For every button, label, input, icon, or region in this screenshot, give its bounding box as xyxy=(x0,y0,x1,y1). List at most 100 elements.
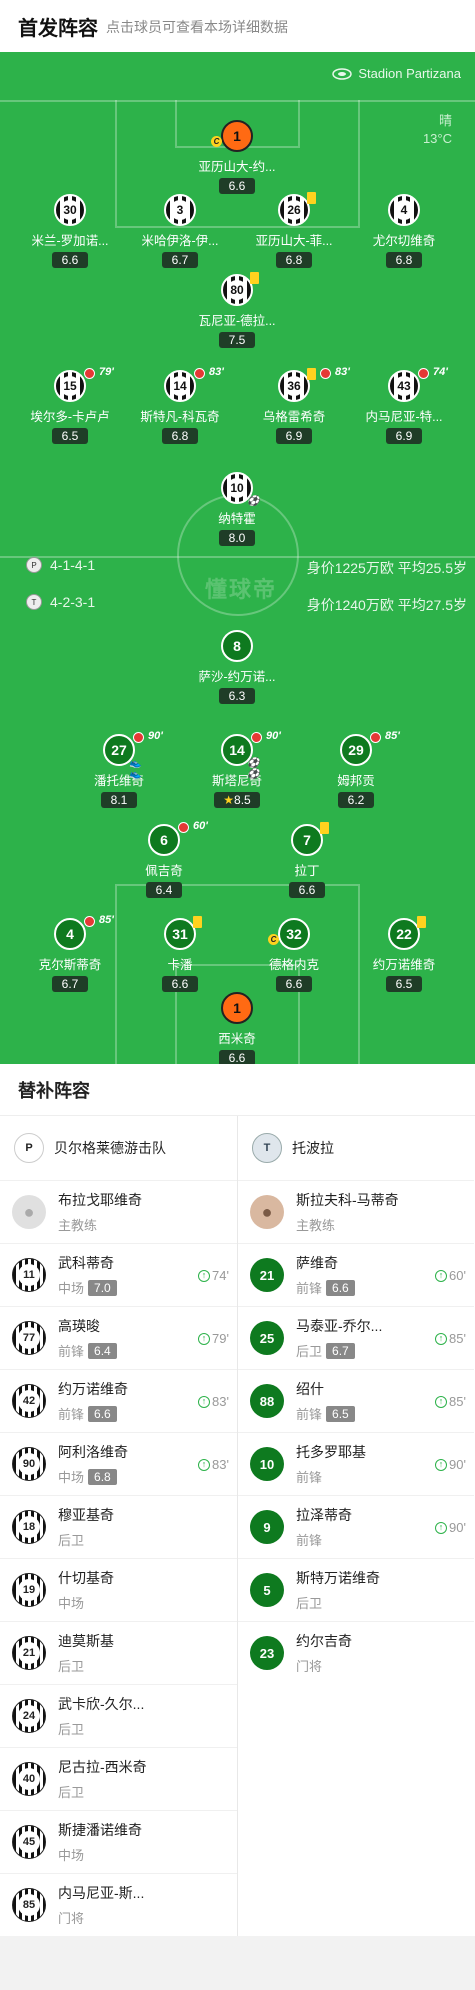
player-name: 约万诺维奇 xyxy=(372,958,436,972)
home-player[interactable]: 43 74' 内马尼亚-特... 6.9 xyxy=(349,366,459,445)
bench-player[interactable]: 19 什切基奇 中场 xyxy=(0,1558,237,1621)
home-formation: P 4-1-4-1 xyxy=(26,557,95,573)
bench-player[interactable]: 45 斯捷潘诺维奇 中场 xyxy=(0,1810,237,1873)
home-player[interactable]: 14 83' 斯特凡-科瓦奇 6.8 xyxy=(125,366,235,445)
topola-logo-icon: T xyxy=(252,1133,282,1163)
sub-in-arrow-icon: ↑ xyxy=(435,1332,448,1345)
yellow-card-icon xyxy=(250,272,259,284)
player-rating: 7.5 xyxy=(219,332,255,348)
away-player[interactable]: 7 拉丁 6.6 xyxy=(252,822,362,899)
player-name: 高瑛晙 xyxy=(58,1318,100,1334)
goal-ball-icon: ⚽⚽ xyxy=(247,758,260,780)
home-player[interactable]: 36 83' 乌格雷希奇 6.9 xyxy=(239,366,350,445)
away-player[interactable]: 4 85' 克尔斯蒂奇 6.7 xyxy=(15,914,125,993)
coach-role: 主教练 xyxy=(58,1218,98,1233)
away-player[interactable]: 1 西米奇 6.6 xyxy=(182,992,292,1064)
player-name: 尤尔切维奇 xyxy=(372,234,436,248)
away-team-row[interactable]: T 托波拉 xyxy=(238,1116,474,1180)
home-player[interactable]: 15 79' 埃尔多-卡卢卢 6.5 xyxy=(15,366,125,445)
player-name: 内马尼亚-斯... xyxy=(58,1885,145,1901)
bench-player[interactable]: 24 武卡欣-久尔... 后卫 xyxy=(0,1684,237,1747)
jersey-number: 14 90' ⚽⚽ xyxy=(221,730,281,780)
bench-player[interactable]: 90 阿利洛维奇 中场 6.8 ↑ 83' xyxy=(0,1432,237,1495)
jersey-number: 31 xyxy=(164,916,202,950)
home-player[interactable]: 10 ⚽ 纳特霍 8.0 xyxy=(182,472,292,547)
jersey-number: 42 xyxy=(12,1384,46,1418)
jersey-number: 4 xyxy=(388,194,420,226)
bench-player[interactable]: 9 拉泽蒂奇 前锋 ↑ 90' xyxy=(238,1495,474,1558)
bench-player[interactable]: 42 约万诺维奇 前锋 6.6 ↑ 83' xyxy=(0,1369,237,1432)
home-player[interactable]: 80 瓦尼亚-德拉... 7.5 xyxy=(182,272,292,349)
bench-player[interactable]: 18 穆亚基奇 后卫 xyxy=(0,1495,237,1558)
home-player[interactable]: 26 亚历山大-菲... 6.8 xyxy=(239,192,349,269)
jersey-number: 26 xyxy=(278,192,316,226)
player-rating: 6.7 xyxy=(326,1342,355,1359)
sub-in-arrow-icon: ↑ xyxy=(435,1269,448,1282)
away-bench: T 托波拉 ● 斯拉夫科-马蒂奇 主教练 21 萨维奇 前锋 6.6 ↑ 60' 25 马泰亚-… xyxy=(237,1116,474,1936)
away-player[interactable]: 22 约万诺维奇 6.5 xyxy=(349,916,459,993)
home-coach[interactable]: ● 布拉戈耶维奇 主教练 xyxy=(0,1180,237,1243)
jersey-number: 4 85' xyxy=(54,914,114,950)
home-team-row[interactable]: P 贝尔格莱德游击队 xyxy=(0,1116,237,1180)
home-player[interactable]: 30 米兰-罗加诺... 6.6 xyxy=(15,194,125,269)
player-name: 瓦尼亚-德拉... xyxy=(198,314,276,328)
yellow-card-icon xyxy=(307,368,316,380)
yellow-card-icon xyxy=(417,916,426,928)
away-worth: 身价1240万欧 平均27.5岁 xyxy=(306,597,467,613)
jersey-number: 14 83' xyxy=(164,366,224,402)
home-player[interactable]: 4 尤尔切维奇 6.8 xyxy=(349,194,459,269)
sub-in-time: ↑ 85' xyxy=(435,1331,466,1346)
home-worth: 身价1225万欧 平均25.5岁 xyxy=(306,560,467,576)
sub-in-time: ↑ 79' xyxy=(198,1331,229,1346)
bench-player[interactable]: 88 绍什 前锋 6.5 ↑ 85' xyxy=(238,1369,474,1432)
player-position: 前锋 xyxy=(58,1344,85,1359)
away-player[interactable]: 14 90' ⚽⚽ 斯塔尼奇 ★8.5 xyxy=(182,730,292,809)
bench-player[interactable]: 25 马泰亚-乔尔... 后卫 6.7 ↑ 85' xyxy=(238,1306,474,1369)
player-name: 潘托维奇 xyxy=(93,774,144,788)
player-position: 门将 xyxy=(296,1659,323,1674)
partizan-logo-icon: P xyxy=(14,1133,44,1163)
bench-player[interactable]: 5 斯特万诺维奇 后卫 xyxy=(238,1558,474,1621)
player-rating: 6.6 xyxy=(219,1050,255,1064)
bench-player[interactable]: 40 尼古拉-西米奇 后卫 xyxy=(0,1747,237,1810)
player-position: 门将 xyxy=(58,1911,85,1926)
player-name: 斯特万诺维奇 xyxy=(296,1570,380,1586)
sub-in-arrow-icon: ↑ xyxy=(198,1332,211,1345)
bench-player[interactable]: 21 萨维奇 前锋 6.6 ↑ 60' xyxy=(238,1243,474,1306)
player-rating: 7.0 xyxy=(88,1279,117,1296)
player-rating: 6.6 xyxy=(52,252,88,268)
lineup-title: 首发阵容 xyxy=(18,17,98,40)
sub-in-time: ↑ 85' xyxy=(435,1394,466,1409)
home-player[interactable]: 1 C 亚历山大-约... 6.6 xyxy=(182,120,292,195)
substitution-icon xyxy=(178,822,189,833)
yellow-card-icon xyxy=(320,822,329,834)
away-player[interactable]: 31 卡潘 6.6 xyxy=(125,916,235,993)
bench-columns: P 贝尔格莱德游击队 ● 布拉戈耶维奇 主教练 11 武科蒂奇 中场 7.0 ↑ 74' 77… xyxy=(0,1116,475,1936)
sub-minute: 79' xyxy=(99,366,114,378)
away-player[interactable]: 6 60' 佩吉奇 6.4 xyxy=(109,820,219,899)
coach-name: 斯拉夫科-马蒂奇 xyxy=(296,1192,399,1208)
player-position: 中场 xyxy=(58,1470,85,1485)
jersey-number: 32 C xyxy=(268,918,310,950)
away-coach[interactable]: ● 斯拉夫科-马蒂奇 主教练 xyxy=(238,1180,474,1243)
jersey-number: 10 ⚽ xyxy=(221,472,259,507)
away-player[interactable]: 29 85' 姆邦贡 6.2 xyxy=(301,730,411,809)
away-player[interactable]: 27 90' 👟👟 潘托维奇 8.1 xyxy=(64,730,174,809)
bench-player[interactable]: 21 迪莫斯基 后卫 xyxy=(0,1621,237,1684)
jersey-number: 15 79' xyxy=(54,366,114,402)
player-position: 前锋 xyxy=(296,1281,323,1296)
bench-player[interactable]: 85 内马尼亚-斯... 门将 xyxy=(0,1873,237,1936)
player-rating: 6.4 xyxy=(88,1342,117,1359)
jersey-number: 10 xyxy=(250,1447,284,1481)
home-player[interactable]: 3 米哈伊洛-伊... 6.7 xyxy=(125,194,235,269)
bench-player[interactable]: 11 武科蒂奇 中场 7.0 ↑ 74' xyxy=(0,1243,237,1306)
player-name: 萨维奇 xyxy=(296,1255,338,1271)
sub-in-time: ↑ 83' xyxy=(198,1394,229,1409)
away-player[interactable]: 8 萨沙-约万诺... 6.3 xyxy=(182,630,292,705)
bench-player[interactable]: 23 约尔吉奇 门将 xyxy=(238,1621,474,1684)
bench-player[interactable]: 77 高瑛晙 前锋 6.4 ↑ 79' xyxy=(0,1306,237,1369)
away-player[interactable]: 32 C 德格内克 6.6 xyxy=(239,918,349,993)
player-name: 米兰-罗加诺... xyxy=(31,234,109,248)
player-name: 德格内克 xyxy=(268,958,319,972)
bench-player[interactable]: 10 托多罗耶基 前锋 ↑ 90' xyxy=(238,1432,474,1495)
